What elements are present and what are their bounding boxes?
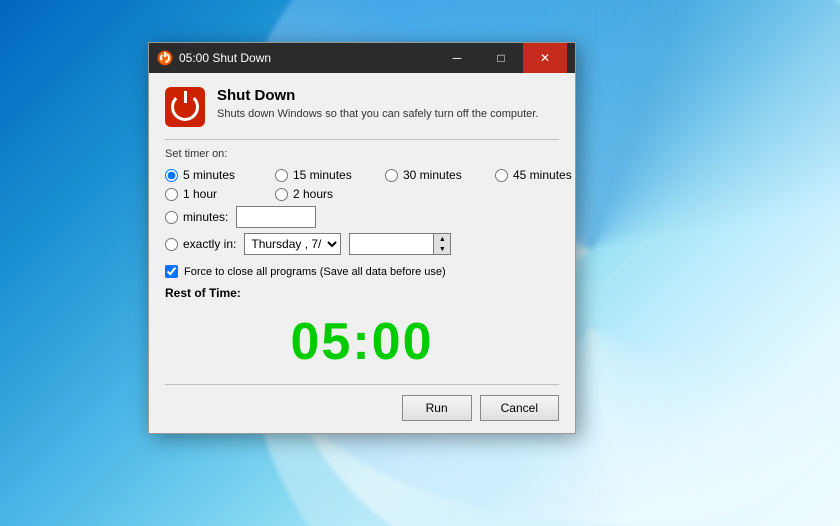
- time-input-container: 9:30:37 AM ▲ ▼: [349, 233, 451, 255]
- dialog-description: Shuts down Windows so that you can safel…: [217, 107, 538, 121]
- time-spin-buttons: ▲ ▼: [434, 233, 451, 255]
- time-spin-up[interactable]: ▲: [434, 234, 450, 244]
- radio-5min[interactable]: [165, 169, 178, 182]
- option-15min[interactable]: 15 minutes: [275, 168, 365, 182]
- force-close-checkbox[interactable]: [165, 265, 178, 278]
- minutes-option[interactable]: minutes:: [165, 210, 228, 224]
- radio-45min[interactable]: [495, 169, 508, 182]
- label-30min: 30 minutes: [403, 168, 462, 182]
- minutes-row: minutes: 120: [165, 206, 559, 228]
- button-divider: [165, 384, 559, 385]
- minutes-input[interactable]: 120: [236, 206, 316, 228]
- header-section: Shut Down Shuts down Windows so that you…: [165, 87, 559, 127]
- label-15min: 15 minutes: [293, 168, 352, 182]
- radio-30min[interactable]: [385, 169, 398, 182]
- titlebar-app-icon: [157, 50, 173, 66]
- titlebar-title: 05:00 Shut Down: [179, 51, 435, 65]
- dialog-content: Shut Down Shuts down Windows so that you…: [149, 73, 575, 433]
- buttons-row: Run Cancel: [165, 395, 559, 421]
- exactly-label-text: exactly in:: [183, 237, 236, 251]
- exactly-option[interactable]: exactly in:: [165, 237, 236, 251]
- option-30min[interactable]: 30 minutes: [385, 168, 475, 182]
- titlebar: 05:00 Shut Down ─ □ ✕: [149, 43, 575, 73]
- time-spin-down[interactable]: ▼: [434, 244, 450, 254]
- set-timer-label: Set timer on:: [165, 148, 559, 160]
- run-button[interactable]: Run: [402, 395, 472, 421]
- rest-of-time-label: Rest of Time:: [165, 286, 559, 300]
- option-1hr[interactable]: 1 hour: [165, 187, 255, 201]
- radio-row-1: 5 minutes 15 minutes 30 minutes 45 minut…: [165, 168, 559, 182]
- timer-display: 05:00: [165, 304, 559, 384]
- label-5min: 5 minutes: [183, 168, 235, 182]
- titlebar-controls: ─ □ ✕: [435, 43, 567, 73]
- dialog-title: Shut Down: [217, 87, 538, 104]
- header-divider: [165, 139, 559, 140]
- minimize-button[interactable]: ─: [435, 43, 479, 73]
- close-button[interactable]: ✕: [523, 43, 567, 73]
- radio-1hr[interactable]: [165, 188, 178, 201]
- label-1hr: 1 hour: [183, 187, 217, 201]
- label-45min: 45 minutes: [513, 168, 572, 182]
- radio-15min[interactable]: [275, 169, 288, 182]
- shutdown-icon: [165, 87, 205, 127]
- force-close-row: Force to close all programs (Save all da…: [165, 265, 559, 278]
- option-2hr[interactable]: 2 hours: [275, 187, 365, 201]
- header-text: Shut Down Shuts down Windows so that you…: [217, 87, 538, 121]
- radio-minutes[interactable]: [165, 211, 178, 224]
- dialog-window: 05:00 Shut Down ─ □ ✕ Shut Down Shuts do…: [148, 42, 576, 434]
- cancel-button[interactable]: Cancel: [480, 395, 559, 421]
- option-5min[interactable]: 5 minutes: [165, 168, 255, 182]
- maximize-button[interactable]: □: [479, 43, 523, 73]
- option-45min[interactable]: 45 minutes: [495, 168, 585, 182]
- label-2hr: 2 hours: [293, 187, 333, 201]
- minutes-label: minutes:: [183, 210, 228, 224]
- day-select[interactable]: Thursday , 7/: [244, 233, 341, 255]
- radio-row-2: 1 hour 2 hours: [165, 187, 559, 201]
- time-input[interactable]: 9:30:37 AM: [349, 233, 434, 255]
- force-close-label[interactable]: Force to close all programs (Save all da…: [184, 266, 446, 278]
- radio-exactly[interactable]: [165, 238, 178, 251]
- radio-2hr[interactable]: [275, 188, 288, 201]
- exactly-row: exactly in: Thursday , 7/ 9:30:37 AM ▲ ▼: [165, 233, 559, 255]
